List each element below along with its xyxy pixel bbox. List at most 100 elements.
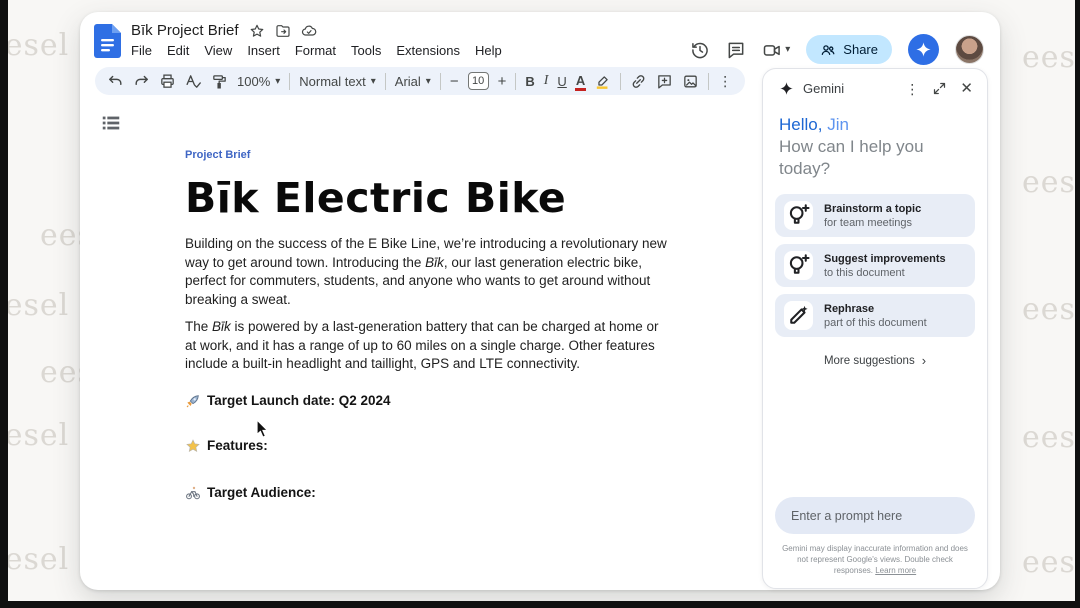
menu-help[interactable]: Help [475, 43, 502, 58]
learn-more-link[interactable]: Learn more [875, 566, 916, 575]
font-select[interactable]: Arial▾ [395, 74, 431, 89]
expand-panel-icon[interactable] [932, 81, 947, 96]
app-window: Bīk Project Brief File Edit View Insert … [80, 12, 1000, 590]
screen-edge-right [1075, 0, 1080, 608]
watermark: eesel [0, 418, 69, 453]
header: Bīk Project Brief File Edit View Insert … [94, 22, 502, 58]
screen-edge-bottom [0, 601, 1080, 608]
suggestion-cards: Brainstorm a topic for team meetings Sug… [763, 194, 987, 337]
paint-format-icon[interactable] [211, 73, 228, 90]
font-size-input[interactable]: 10 [468, 72, 489, 90]
doc-heading: Bīk Electric Bike [185, 176, 667, 220]
redo-icon[interactable] [133, 73, 150, 90]
print-icon[interactable] [159, 73, 176, 90]
move-folder-icon[interactable] [275, 23, 291, 39]
spellcheck-icon[interactable] [185, 73, 202, 90]
toolbar-divider [385, 73, 386, 90]
menu-bar: File Edit View Insert Format Tools Exten… [131, 43, 502, 58]
toolbar-divider [515, 73, 516, 90]
gemini-panel-header: Gemini ⋮ ✕ [763, 69, 987, 104]
watermark: eesel [0, 542, 69, 577]
chevron-down-icon: ▾ [275, 76, 280, 87]
toolbar-divider [440, 73, 441, 90]
increase-font-size-button[interactable]: + [498, 73, 507, 90]
italic-button[interactable]: I [544, 73, 549, 89]
insert-link-icon[interactable] [630, 73, 647, 90]
gemini-panel-title: Gemini [803, 81, 905, 96]
chevron-down-icon: ▾ [785, 44, 790, 55]
decrease-font-size-button[interactable]: − [450, 73, 459, 90]
document-canvas[interactable]: Project Brief Bīk Electric Bike Building… [185, 149, 667, 501]
menu-edit[interactable]: Edit [167, 43, 189, 58]
watermark: eesel [1022, 165, 1080, 200]
comments-icon[interactable] [726, 40, 746, 60]
formatting-toolbar: 100%▾ Normal text▾ Arial▾ − 10 + B I U A [95, 67, 745, 95]
watermark: eesel [1022, 40, 1080, 75]
google-docs-icon[interactable] [94, 24, 121, 58]
card-brainstorm[interactable]: Brainstorm a topic for team meetings [775, 194, 975, 237]
menu-file[interactable]: File [131, 43, 152, 58]
toolbar-divider [289, 73, 290, 90]
gemini-greeting: Hello, Jin How can I help you today? [763, 104, 987, 180]
video-call-button[interactable]: ▾ [762, 40, 790, 60]
doc-paragraph-2: The Bīk is powered by a last-generation … [185, 318, 667, 374]
document-outline-icon[interactable] [100, 112, 122, 134]
share-label: Share [843, 42, 878, 57]
undo-icon[interactable] [107, 73, 124, 90]
chevron-right-icon: › [922, 353, 926, 368]
gemini-greeting-subtitle: How can I help you today? [779, 136, 971, 180]
document-title[interactable]: Bīk Project Brief [131, 22, 239, 39]
cyclist-icon [185, 485, 201, 501]
prompt-input[interactable] [775, 497, 975, 534]
watermark: eesel [0, 288, 69, 323]
gemini-spark-icon [779, 81, 794, 96]
card-suggest-improvements[interactable]: Suggest improvements to this document [775, 244, 975, 287]
watermark: eesel [0, 28, 69, 63]
version-history-icon[interactable] [690, 40, 710, 60]
mouse-cursor [256, 419, 270, 439]
video-camera-icon [762, 40, 782, 60]
star-outline-icon[interactable] [249, 23, 265, 39]
lightbulb-spark-icon [784, 251, 813, 280]
lightbulb-spark-icon [784, 201, 813, 230]
account-avatar[interactable] [955, 35, 984, 64]
insert-image-icon[interactable] [682, 73, 699, 90]
doc-paragraph-1: Building on the success of the E Bike Li… [185, 235, 667, 309]
zoom-select[interactable]: 100%▾ [237, 74, 280, 89]
paragraph-style-select[interactable]: Normal text▾ [299, 74, 376, 89]
menu-tools[interactable]: Tools [351, 43, 381, 58]
header-actions: ▾ Share [690, 34, 984, 65]
menu-format[interactable]: Format [295, 43, 336, 58]
chevron-down-icon: ▾ [371, 76, 376, 87]
doc-line-launch: Target Launch date: Q2 2024 [185, 393, 667, 409]
bold-button[interactable]: B [525, 74, 534, 89]
chevron-down-icon: ▾ [426, 76, 431, 87]
card-rephrase[interactable]: Rephrase part of this document [775, 294, 975, 337]
text-color-button[interactable]: A [576, 75, 585, 87]
underline-button[interactable]: U [557, 74, 566, 89]
add-comment-icon[interactable] [656, 73, 673, 90]
star-emoji-icon [185, 438, 201, 454]
more-suggestions-link[interactable]: More suggestions› [763, 353, 987, 368]
screen-edge-left [0, 0, 8, 608]
watermark: eesel [1022, 545, 1080, 580]
doc-line-audience: Target Audience: [185, 485, 667, 501]
watermark: eesel [1022, 420, 1080, 455]
people-icon [820, 42, 836, 58]
gemini-spark-button[interactable] [908, 34, 939, 65]
panel-more-options-icon[interactable]: ⋮ [905, 82, 919, 96]
menu-view[interactable]: View [204, 43, 232, 58]
pencil-spark-icon [784, 301, 813, 330]
cloud-saved-icon[interactable] [301, 23, 317, 39]
rocket-icon [185, 393, 201, 409]
highlight-color-icon[interactable] [594, 73, 611, 90]
share-button[interactable]: Share [806, 35, 892, 64]
more-options-icon[interactable]: ⋮ [718, 73, 732, 90]
menu-extensions[interactable]: Extensions [396, 43, 460, 58]
doc-section-label: Project Brief [185, 149, 667, 161]
gemini-panel: Gemini ⋮ ✕ Hello, Jin How can I help you… [762, 68, 988, 589]
toolbar-divider [620, 73, 621, 90]
menu-insert[interactable]: Insert [247, 43, 280, 58]
close-panel-icon[interactable]: ✕ [960, 82, 973, 96]
doc-line-features: Features: [185, 438, 667, 454]
